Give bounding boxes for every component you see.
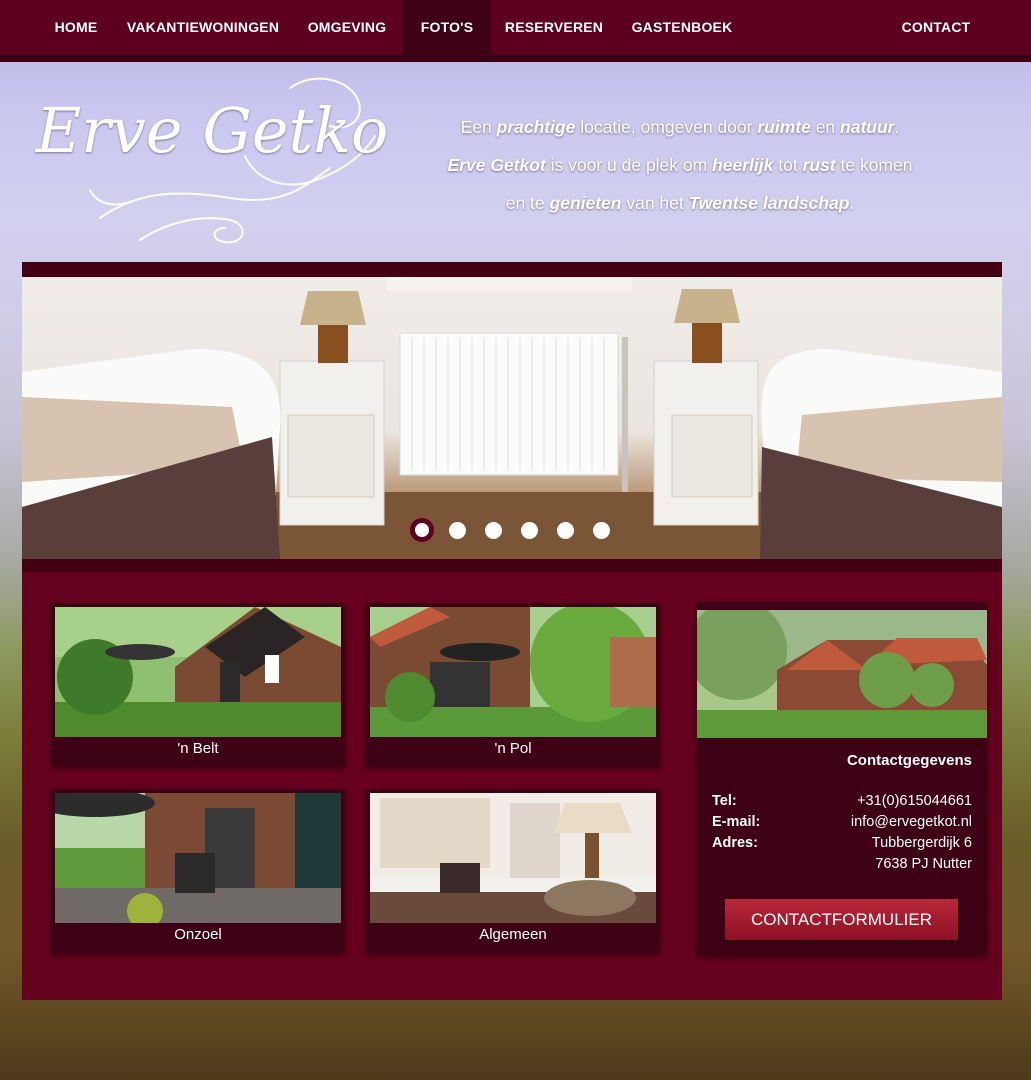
- bedroom-photo: [22, 277, 1002, 559]
- card-onzoel[interactable]: Onzoel: [51, 789, 345, 953]
- phone-value[interactable]: +31(0)615044661: [857, 793, 972, 809]
- contact-row-address: Adres: Tubbergerdijk 6: [712, 835, 972, 851]
- card-label: Onzoel: [174, 926, 222, 943]
- card-n-pol-photo: [370, 607, 656, 737]
- nav-fotos[interactable]: FOTO'S: [403, 0, 491, 54]
- card-onzoel-photo: [55, 793, 341, 923]
- site-logo[interactable]: Erve Getkot: [30, 70, 413, 250]
- contact-row-postcode: 7638 PJ Nutter: [875, 856, 972, 872]
- email-link[interactable]: info@ervegetkot.nl: [851, 814, 972, 830]
- card-algemeen-photo: [370, 793, 656, 923]
- nav-reserveren[interactable]: RESERVEREN: [497, 0, 611, 54]
- slider-dot-6[interactable]: [593, 522, 610, 539]
- nav-home[interactable]: HOME: [40, 0, 112, 54]
- card-label: Algemeen: [479, 926, 547, 943]
- card-algemeen[interactable]: Algemeen: [366, 789, 660, 953]
- nav-omgeving[interactable]: OMGEVING: [294, 0, 400, 54]
- contact-panel: Contactgegevens Tel: +31(0)615044661 E-m…: [697, 602, 987, 956]
- card-label: 'n Pol: [494, 740, 532, 757]
- nav-contact[interactable]: CONTACT: [890, 0, 982, 54]
- nav-vakantiewoningen[interactable]: VAKANTIEWONINGEN: [122, 0, 284, 54]
- contact-photo: [697, 610, 987, 738]
- slider-dot-1[interactable]: [410, 518, 434, 542]
- card-n-belt[interactable]: 'n Belt: [51, 603, 345, 767]
- card-n-belt-photo: [55, 607, 341, 737]
- contact-row-phone: Tel: +31(0)615044661: [712, 793, 972, 809]
- tagline-line-3: en te genieten van het Twentse landschap…: [505, 193, 855, 213]
- contactformulier-button[interactable]: CONTACTFORMULIER: [725, 899, 958, 940]
- slider-dot-3[interactable]: [485, 522, 502, 539]
- slider-dot-5[interactable]: [557, 522, 574, 539]
- nav-gastenboek[interactable]: GASTENBOEK: [621, 0, 743, 54]
- contact-row-email: E-mail: info@ervegetkot.nl: [712, 814, 972, 830]
- contact-title: Contactgegevens: [846, 752, 972, 769]
- logo-script-graphic: Erve Getkot: [35, 77, 413, 244]
- main-nav: HOME VAKANTIEWONINGEN OMGEVING FOTO'S RE…: [0, 0, 1031, 62]
- card-label: 'n Belt: [177, 740, 219, 757]
- logo-text: Erve Getkot: [35, 94, 390, 167]
- card-n-pol[interactable]: 'n Pol: [366, 603, 660, 767]
- slider-dot-4[interactable]: [521, 522, 538, 539]
- tagline-line-2: Erve Getkot is voor u de plek om heerlij…: [447, 155, 913, 175]
- tagline-line-1: Een prachtige locatie, omgeven door ruim…: [460, 117, 900, 137]
- photo-slider[interactable]: [22, 277, 1002, 559]
- slider-dot-2[interactable]: [449, 522, 466, 539]
- tagline: Een prachtige locatie, omgeven door ruim…: [420, 108, 940, 222]
